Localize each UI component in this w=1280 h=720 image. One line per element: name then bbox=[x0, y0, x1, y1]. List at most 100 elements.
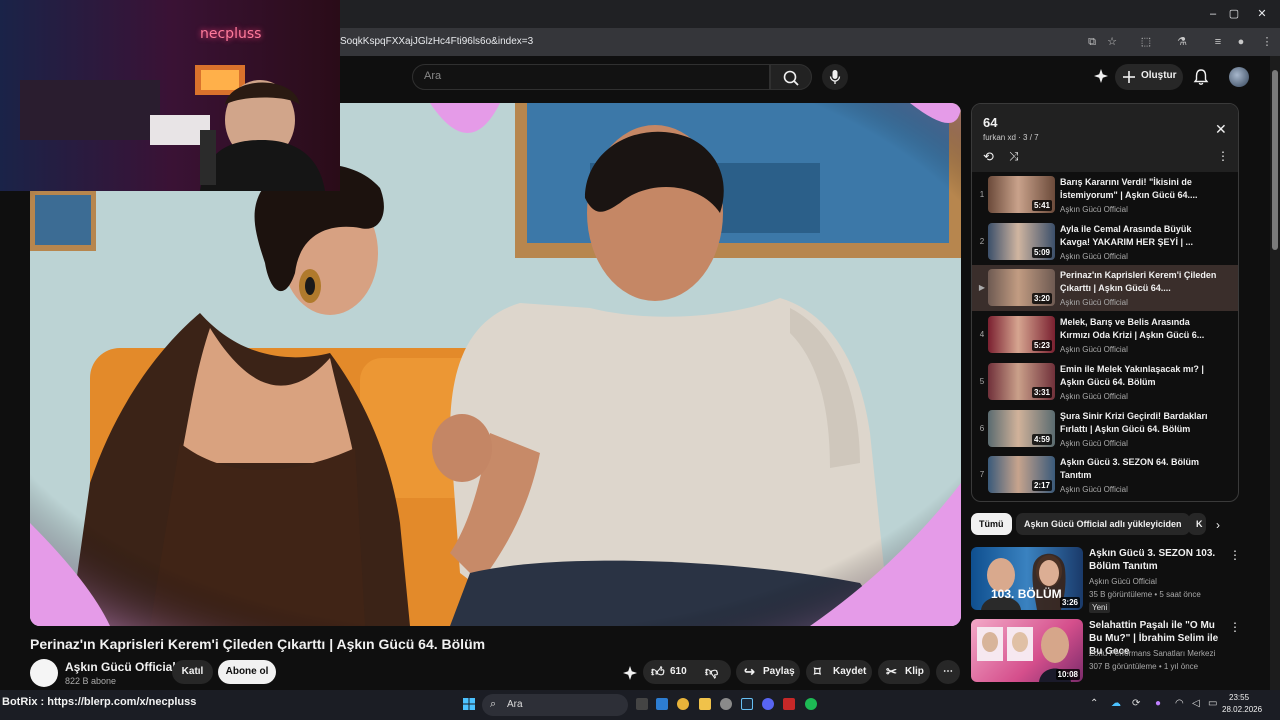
spotify-icon[interactable] bbox=[805, 698, 817, 710]
playlist-item-duration: 4:59 bbox=[1031, 433, 1052, 445]
search-input[interactable] bbox=[412, 64, 770, 90]
rec-meta-2: 307 B görüntüleme • 1 yıl önce bbox=[1089, 662, 1199, 671]
battery-icon[interactable]: ▭ bbox=[1208, 698, 1217, 709]
channel-avatar[interactable] bbox=[30, 659, 58, 687]
tray-mic-icon[interactable]: ● bbox=[1155, 698, 1161, 709]
rec-channel-2[interactable]: Zorlu Performans Sanatları Merkezi bbox=[1089, 649, 1215, 658]
chip-all[interactable]: Tümü bbox=[971, 513, 1012, 535]
tray-chevron-icon[interactable]: ⌃ bbox=[1090, 698, 1098, 709]
chrome-icon[interactable] bbox=[677, 698, 689, 710]
account-avatar[interactable] bbox=[1229, 67, 1249, 87]
playlist-item-title[interactable]: Melek, Barış ve Belis Arasında Kırmızı O… bbox=[1060, 316, 1218, 342]
playlist-item-thumbnail[interactable]: 4:59 bbox=[988, 409, 1055, 447]
channel-name[interactable]: Aşkın Gücü Official bbox=[65, 660, 176, 674]
rec-thumbnail-1[interactable]: 103. BÖLÜM 3:26 bbox=[971, 547, 1083, 610]
extensions-icon[interactable]: ⬚ bbox=[1137, 34, 1155, 50]
search-icon bbox=[783, 70, 799, 86]
windows-start-icon[interactable] bbox=[463, 697, 475, 710]
kebab-menu-icon[interactable]: ⋮ bbox=[1258, 34, 1276, 50]
clock-time[interactable]: 23:55 bbox=[1229, 693, 1249, 702]
cast-icon[interactable]: ⧉ bbox=[1083, 34, 1101, 50]
playlist-item-thumbnail[interactable]: 5:23 bbox=[988, 316, 1055, 354]
playlist-item-thumbnail[interactable]: 5:41 bbox=[988, 176, 1055, 213]
rec-thumbnail-2[interactable]: 10:08 bbox=[971, 619, 1083, 682]
playlist-item-title[interactable]: Emin ile Melek Yakınlaşacak mı? | Aşkın … bbox=[1060, 363, 1218, 389]
more-actions-button[interactable]: ⋯ bbox=[936, 660, 960, 684]
url-text[interactable]: SoqkKspqFXXajJGlzHc4Fti96ls6o&index=3 bbox=[340, 36, 533, 47]
sync-icon[interactable]: ⟳ bbox=[1132, 698, 1140, 709]
clip-button[interactable]: ✂ Klip bbox=[878, 660, 930, 684]
share-button[interactable]: ↪ Paylaş bbox=[736, 660, 800, 684]
rec-channel-1[interactable]: Aşkın Gücü Official bbox=[1089, 577, 1157, 586]
ask-sparkle-icon[interactable] bbox=[622, 665, 638, 681]
rec-menu-icon-1[interactable]: ⋮ bbox=[1229, 548, 1241, 562]
playlist-item[interactable]: 6 4:59 Şura Sinir Krizi Geçirdi! Bardaklar… bbox=[972, 406, 1238, 452]
like-dislike-group: 👍︎ 610 👎︎ bbox=[643, 660, 731, 684]
file-explorer-icon[interactable] bbox=[699, 698, 711, 710]
playlist-item[interactable]: 1 5:41 Barış Kararını Verdi! "İkisini de İ… bbox=[972, 172, 1238, 218]
maximize-icon[interactable]: ▢ bbox=[1226, 6, 1242, 22]
playlist-item-thumbnail[interactable]: 3:31 bbox=[988, 362, 1055, 400]
taskbar-search[interactable] bbox=[482, 694, 628, 716]
share-icon: ↪ bbox=[744, 664, 755, 679]
scrollbar-thumb[interactable] bbox=[1272, 70, 1278, 250]
task-view-icon[interactable] bbox=[636, 698, 648, 710]
playlist-item-channel: Aşkın Gücü Official bbox=[1060, 205, 1128, 214]
playlist-item-thumbnail[interactable]: 5:09 bbox=[988, 222, 1055, 260]
minimize-icon[interactable]: – bbox=[1205, 6, 1221, 22]
edge-icon[interactable] bbox=[656, 698, 668, 710]
playlist-item[interactable]: ▶ 3:20 Perinaz'ın Kaprisleri Kerem'i Çiled… bbox=[972, 265, 1238, 312]
playlist-item[interactable]: 2 5:09 Ayla ile Cemal Arasında Büyük Kavga… bbox=[972, 219, 1238, 265]
playlist-item-channel: Aşkın Gücü Official bbox=[1060, 251, 1128, 261]
gemini-sparkle-icon[interactable] bbox=[1093, 68, 1109, 84]
shuffle-icon[interactable]: ⤨ bbox=[1009, 149, 1019, 164]
thumbs-up-icon[interactable]: 👍︎ bbox=[651, 660, 665, 684]
playlist-item-title[interactable]: Şura Sinir Krizi Geçirdi! Bardakları Fır… bbox=[1060, 410, 1218, 436]
rec-title-1[interactable]: Aşkın Gücü 3. SEZON 103. Bölüm Tanıtım bbox=[1089, 547, 1229, 573]
playlist-item-title[interactable]: Barış Kararını Verdi! "İkisini de İstemi… bbox=[1060, 176, 1218, 202]
playlist-menu-icon[interactable]: ⋮ bbox=[1217, 149, 1229, 163]
playlist-item[interactable]: 7 2:17 Aşkın Gücü 3. SEZON 64. Bölüm Tanıt… bbox=[972, 452, 1238, 498]
rec-duration-2: 10:08 bbox=[1055, 669, 1080, 680]
save-button[interactable]: ⌑ Kaydet bbox=[806, 660, 872, 684]
notifications-bell-icon[interactable] bbox=[1192, 68, 1210, 86]
playlist-item-thumbnail[interactable]: 2:17 bbox=[988, 456, 1055, 494]
chevron-right-icon[interactable]: › bbox=[1216, 518, 1220, 532]
playlist-item-duration: 5:23 bbox=[1031, 340, 1052, 352]
obs-icon[interactable] bbox=[720, 698, 732, 710]
search-button[interactable] bbox=[770, 64, 812, 90]
join-button[interactable]: Katıl bbox=[172, 660, 213, 684]
steam-icon[interactable] bbox=[741, 698, 753, 710]
playlist-item-duration: 5:09 bbox=[1031, 246, 1052, 258]
app-icon[interactable] bbox=[783, 698, 795, 710]
profile-icon[interactable]: ● bbox=[1232, 34, 1250, 50]
thumbs-down-icon[interactable]: 👎︎ bbox=[705, 660, 718, 684]
playlist-item-thumbnail[interactable]: 3:20 bbox=[988, 269, 1055, 307]
playlist-item-title[interactable]: Ayla ile Cemal Arasında Büyük Kavga! YAK… bbox=[1060, 223, 1218, 249]
close-window-icon[interactable]: ✕ bbox=[1254, 6, 1270, 22]
rec-menu-icon-2[interactable]: ⋮ bbox=[1229, 620, 1241, 634]
playlist-item-title[interactable]: Aşkın Gücü 3. SEZON 64. Bölüm Tanıtım bbox=[1060, 456, 1218, 482]
chip-more[interactable]: K bbox=[1188, 513, 1206, 535]
wifi-icon[interactable]: ◠ bbox=[1175, 698, 1184, 709]
subscribe-button[interactable]: Abone ol bbox=[218, 660, 276, 684]
flask-icon[interactable]: ⚗ bbox=[1173, 34, 1191, 50]
playlist-item-title[interactable]: Perinaz'ın Kaprisleri Kerem'i Çileden Çı… bbox=[1060, 269, 1218, 295]
playlist-item[interactable]: 5 3:31 Emin ile Melek Yakınlaşacak mı? | A… bbox=[972, 359, 1238, 405]
reading-list-icon[interactable]: ≡ bbox=[1209, 34, 1227, 50]
volume-icon[interactable]: ◁ bbox=[1192, 698, 1200, 709]
bookmark-star-icon[interactable]: ☆ bbox=[1103, 34, 1121, 50]
loop-icon[interactable]: ⟲ bbox=[983, 149, 994, 165]
playlist-item[interactable]: 4 5:23 Melek, Barış ve Belis Arasında Kırm… bbox=[972, 312, 1238, 358]
playlist-title[interactable]: 64 bbox=[983, 115, 997, 130]
onedrive-icon[interactable]: ☁ bbox=[1111, 698, 1121, 709]
rec-duration-1: 3:26 bbox=[1059, 597, 1080, 608]
playlist-item-index: 7 bbox=[979, 470, 985, 480]
rec-new-badge: Yeni bbox=[1089, 602, 1111, 613]
clock-date[interactable]: 28.02.2026 bbox=[1222, 705, 1262, 714]
chip-uploader[interactable]: Aşkın Gücü Official adlı yükleyiciden bbox=[1016, 513, 1190, 535]
close-playlist-icon[interactable]: ✕ bbox=[1215, 121, 1227, 138]
playlist-item-index: 2 bbox=[979, 236, 985, 246]
discord-icon[interactable] bbox=[762, 698, 774, 710]
voice-search-button[interactable] bbox=[822, 64, 848, 90]
